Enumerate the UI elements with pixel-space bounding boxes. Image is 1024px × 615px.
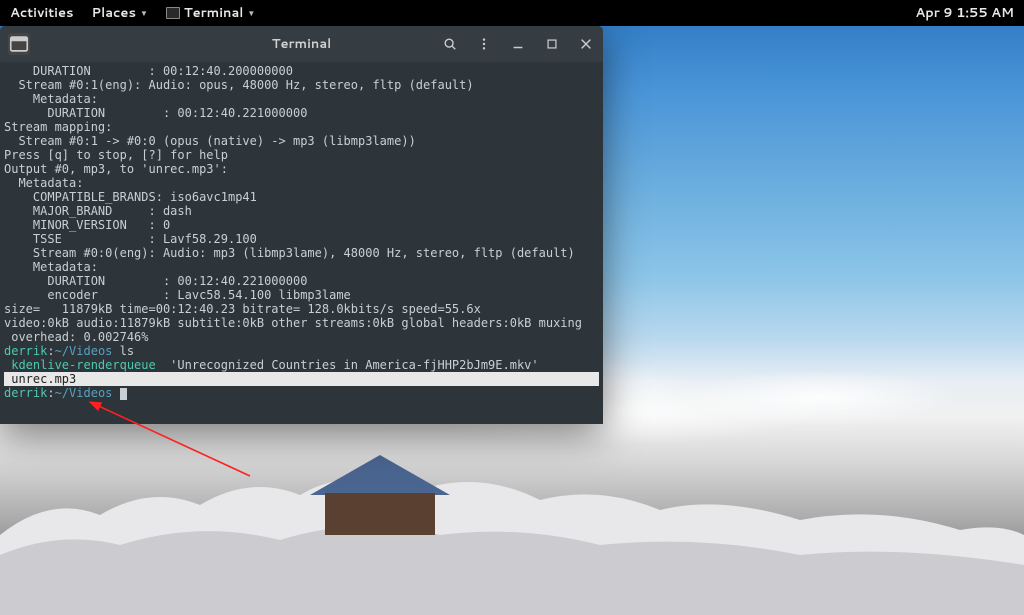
chevron-down-icon: ▼ bbox=[140, 7, 148, 19]
places-label: Places bbox=[92, 4, 136, 22]
output-line: MINOR_VERSION : 0 bbox=[4, 218, 599, 232]
clock[interactable]: Apr 9 1:55 AM bbox=[915, 4, 1014, 22]
window-titlebar[interactable]: Terminal bbox=[0, 26, 603, 62]
search-button[interactable] bbox=[441, 35, 459, 53]
menu-button[interactable] bbox=[475, 35, 493, 53]
output-line: DURATION : 00:12:40.200000000 bbox=[4, 64, 599, 78]
output-line: TSSE : Lavf58.29.100 bbox=[4, 232, 599, 246]
terminal-icon bbox=[166, 7, 180, 19]
shell-prompt: derrik:~/Videos ls bbox=[4, 344, 599, 358]
output-line: COMPATIBLE_BRANDS: iso6avc1mp41 bbox=[4, 190, 599, 204]
shell-prompt: derrik:~/Videos bbox=[4, 386, 599, 400]
activities-button[interactable]: Activities bbox=[10, 4, 74, 22]
app-menu-terminal[interactable]: Terminal ▼ bbox=[166, 4, 255, 22]
ls-output-highlighted: unrec.mp3 bbox=[4, 372, 599, 386]
close-button[interactable] bbox=[577, 35, 595, 53]
output-line: encoder : Lavc58.54.100 libmp3lame bbox=[4, 288, 599, 302]
minimize-button[interactable] bbox=[509, 35, 527, 53]
output-line: Stream #0:1(eng): Audio: opus, 48000 Hz,… bbox=[4, 78, 599, 92]
output-line: DURATION : 00:12:40.221000000 bbox=[4, 106, 599, 120]
new-tab-button[interactable] bbox=[8, 33, 30, 55]
output-line: Metadata: bbox=[4, 92, 599, 106]
output-line: Metadata: bbox=[4, 176, 599, 190]
terminal-output[interactable]: DURATION : 00:12:40.200000000 Stream #0:… bbox=[0, 62, 603, 424]
output-line: Press [q] to stop, [?] for help bbox=[4, 148, 599, 162]
output-line: Stream #0:0(eng): Audio: mp3 (libmp3lame… bbox=[4, 246, 599, 260]
app-menu-label: Terminal bbox=[184, 4, 244, 22]
output-line: Metadata: bbox=[4, 260, 599, 274]
terminal-window: Terminal DURATION : 00:12:40.200000000 S… bbox=[0, 26, 603, 424]
output-line: overhead: 0.002746% bbox=[4, 330, 599, 344]
cursor-icon bbox=[120, 388, 127, 400]
maximize-button[interactable] bbox=[543, 35, 561, 53]
output-line: Output #0, mp3, to 'unrec.mp3': bbox=[4, 162, 599, 176]
output-line: Stream mapping: bbox=[4, 120, 599, 134]
output-line: DURATION : 00:12:40.221000000 bbox=[4, 274, 599, 288]
places-menu[interactable]: Places ▼ bbox=[92, 4, 148, 22]
chevron-down-icon: ▼ bbox=[247, 7, 255, 19]
output-line: size= 11879kB time=00:12:40.23 bitrate= … bbox=[4, 302, 599, 316]
gnome-topbar: Activities Places ▼ Terminal ▼ Apr 9 1:5… bbox=[0, 0, 1024, 26]
ls-output: kdenlive-renderqueue 'Unrecognized Count… bbox=[4, 358, 599, 372]
output-line: Stream #0:1 -> #0:0 (opus (native) -> mp… bbox=[4, 134, 599, 148]
output-line: video:0kB audio:11879kB subtitle:0kB oth… bbox=[4, 316, 599, 330]
output-line: MAJOR_BRAND : dash bbox=[4, 204, 599, 218]
